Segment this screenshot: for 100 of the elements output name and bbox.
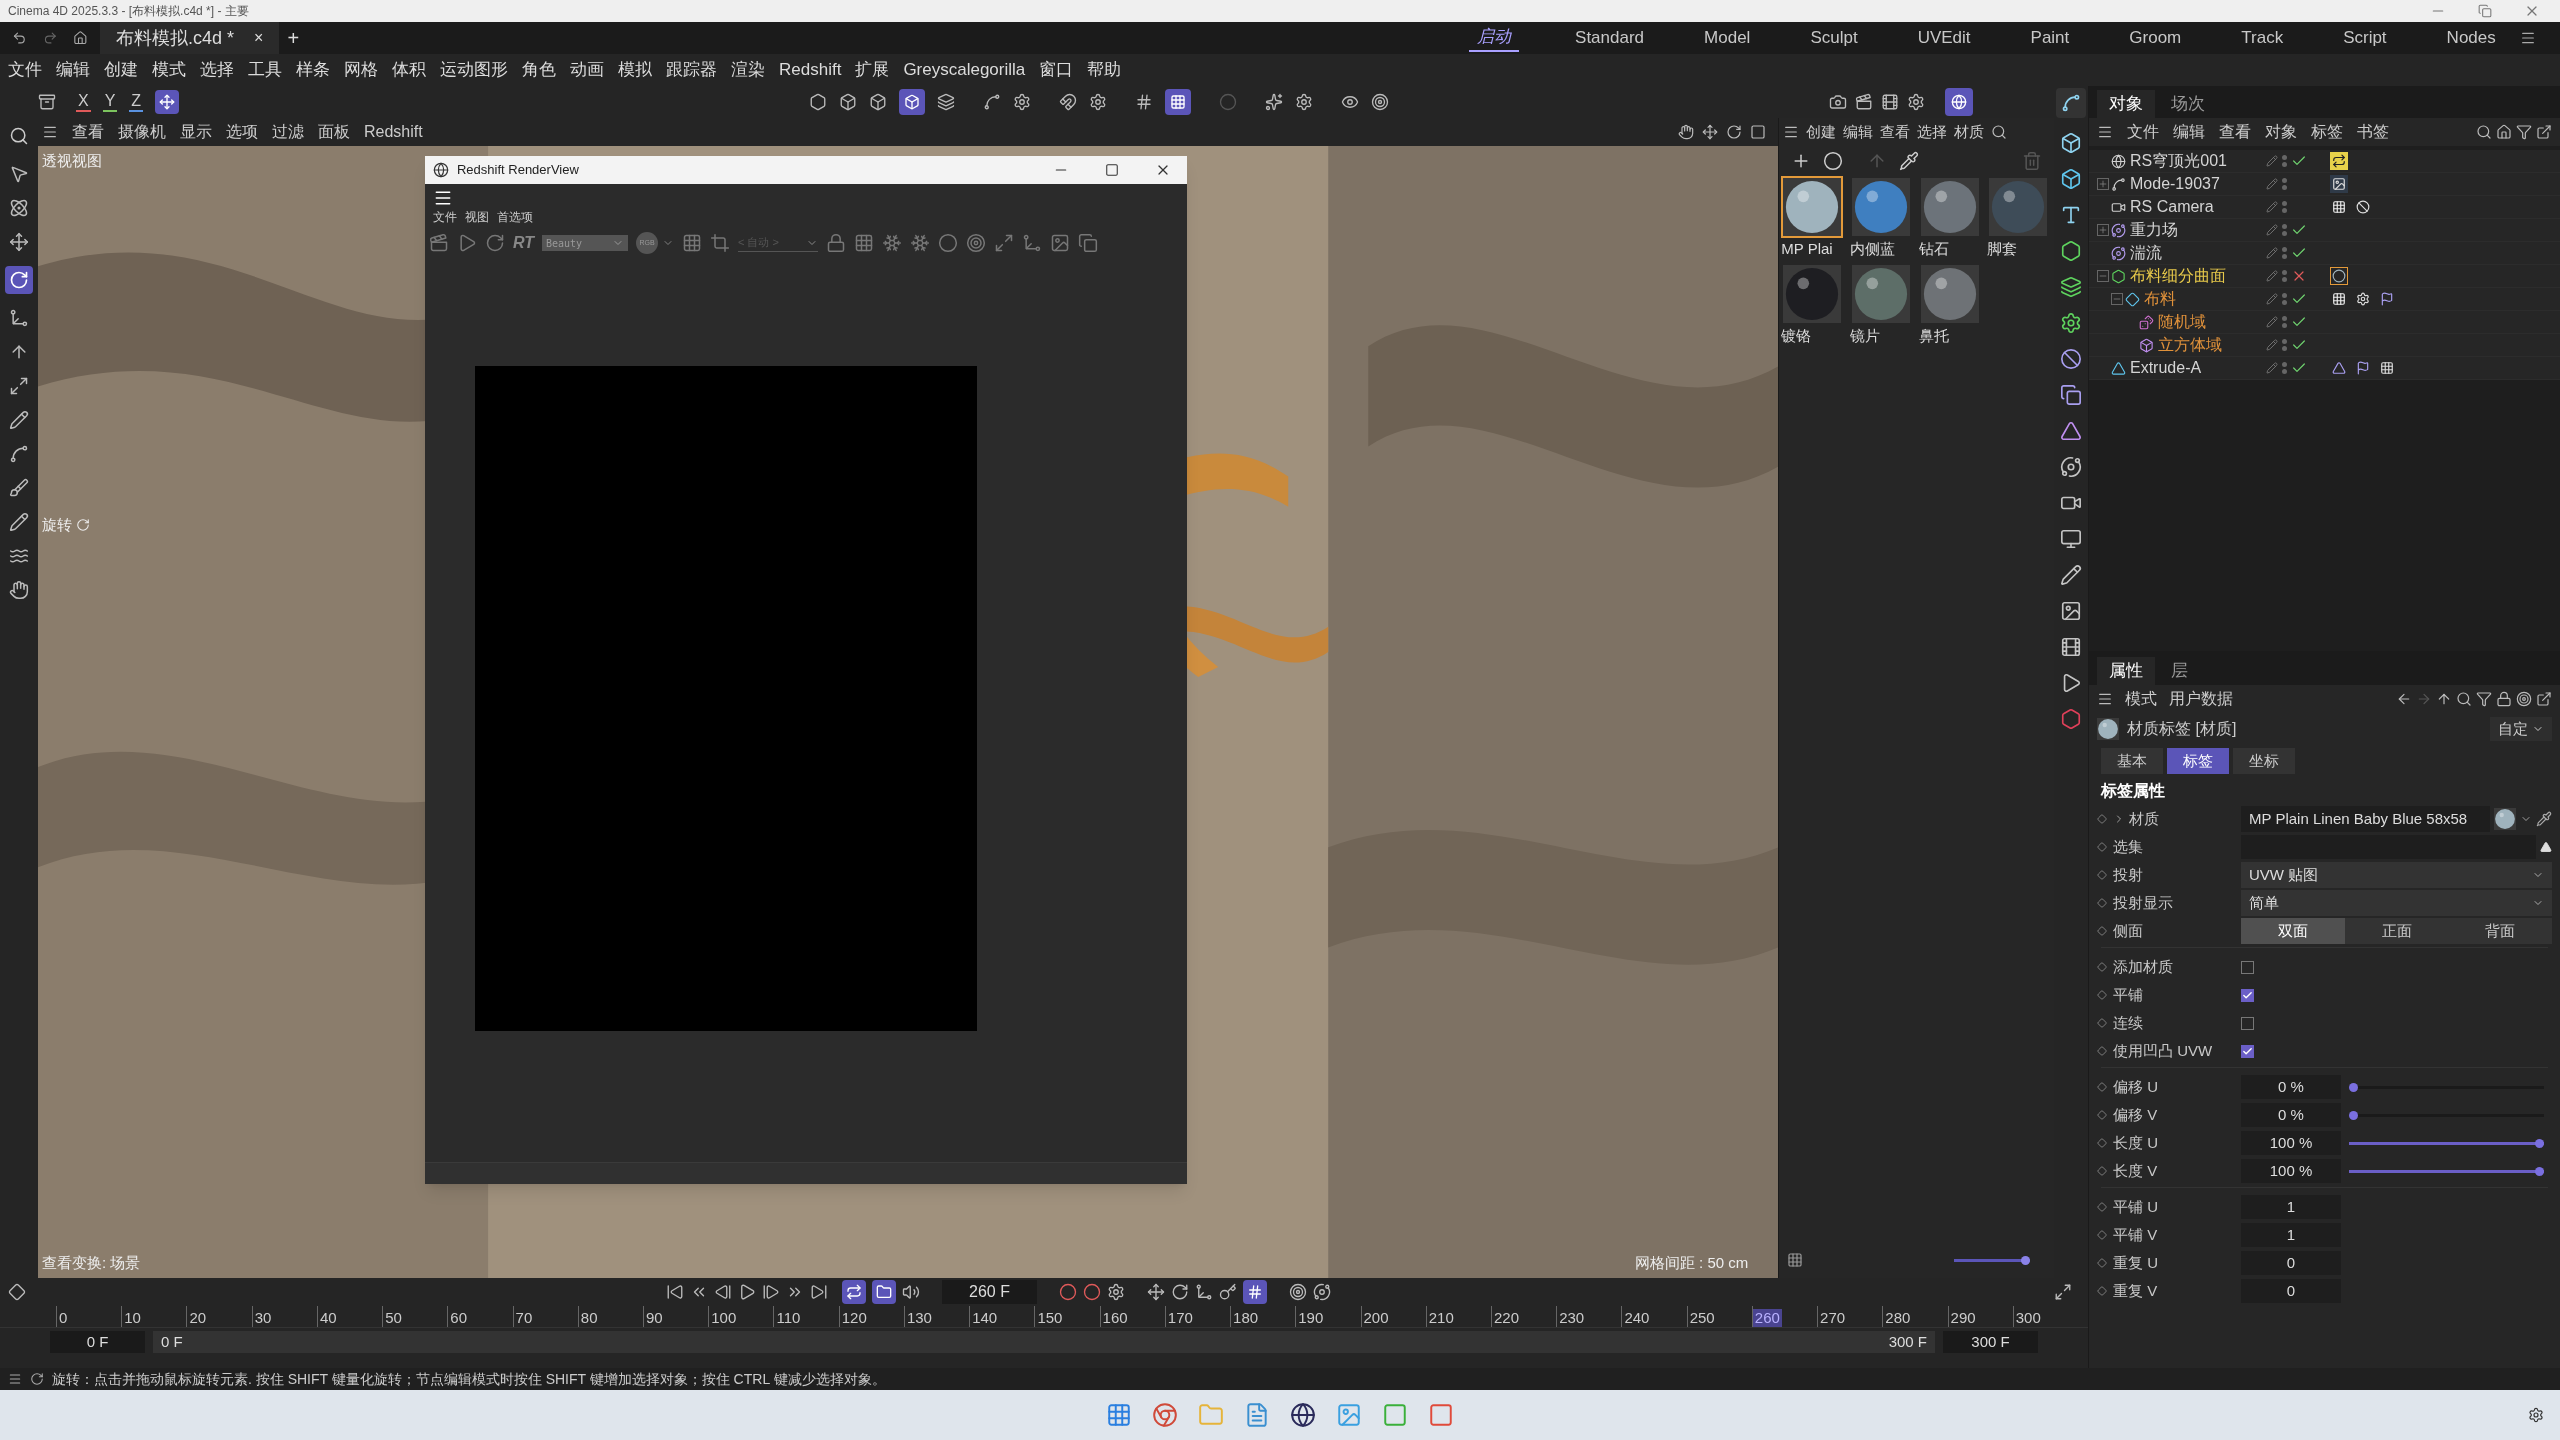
menu-item[interactable]: 编辑 — [56, 57, 90, 83]
menu-item[interactable]: 动画 — [570, 57, 604, 83]
menu-item[interactable]: 文件 — [8, 57, 42, 83]
menu-item[interactable]: 跟踪器 — [666, 57, 717, 83]
segment-option[interactable]: 背面 — [2448, 918, 2552, 944]
menu-item[interactable]: 视图 — [464, 208, 489, 226]
grid-info: 网格间距 : 50 cm — [1634, 1252, 1749, 1273]
dropdown[interactable]: UVW 贴图 — [2241, 862, 2552, 888]
layout-tab[interactable]: Standard — [1571, 25, 1649, 51]
layout-tab[interactable]: Paint — [2026, 25, 2074, 51]
value-field[interactable]: 0 % — [2241, 1075, 2341, 1099]
number-field[interactable]: 1 — [2241, 1223, 2341, 1247]
panel-tab[interactable]: 属性 — [2097, 657, 2155, 685]
close-tab-button[interactable]: × — [254, 26, 264, 50]
layout-tab[interactable]: 启动 — [1469, 24, 1520, 52]
object-name[interactable]: 立方体域 — [2158, 333, 2222, 357]
object-name[interactable]: 布料 — [2144, 287, 2176, 311]
segment-option[interactable]: 双面 — [2241, 918, 2345, 944]
frame-tick-label: 160 — [1101, 1309, 1128, 1327]
object-name[interactable]: Extrude-A — [2130, 356, 2202, 380]
attribute-tab[interactable]: 标签 — [2167, 748, 2229, 774]
layout-tab[interactable]: UVEdit — [1913, 25, 1975, 51]
object-name[interactable]: 重力场 — [2130, 218, 2178, 242]
layout-tab[interactable]: Track — [2237, 25, 2288, 51]
dropdown[interactable]: 简单 — [2241, 890, 2552, 916]
menu-item[interactable]: 编辑 — [2173, 120, 2205, 144]
rt-button[interactable]: RT — [512, 231, 534, 255]
preset-dropdown[interactable]: 自定 — [2490, 717, 2552, 741]
menu-item[interactable]: 选择 — [1917, 120, 1948, 144]
menu-item[interactable]: 角色 — [522, 57, 556, 83]
menu-item[interactable]: 过滤 — [271, 120, 304, 144]
menu-item[interactable]: 材质 — [1954, 120, 1985, 144]
menu-item[interactable]: 模拟 — [618, 57, 652, 83]
menu-item[interactable]: 选项 — [225, 120, 258, 144]
object-name[interactable]: 随机域 — [2158, 310, 2206, 334]
value-field[interactable]: 100 % — [2241, 1159, 2341, 1183]
frame-tick-label: 10 — [123, 1309, 141, 1327]
menu-item[interactable]: 帮助 — [1087, 57, 1122, 83]
end-frame-field[interactable]: 300 F — [1943, 1331, 2038, 1353]
layout-tab[interactable]: Nodes — [2442, 25, 2500, 51]
menu-item[interactable]: 模式 — [152, 57, 186, 83]
axis-toggle[interactable]: X — [76, 92, 91, 112]
frame-tick-label: 240 — [1623, 1309, 1650, 1327]
object-name[interactable]: RS Camera — [2130, 195, 2214, 219]
menu-item[interactable]: 查看 — [2219, 120, 2251, 144]
axis-toggle[interactable]: Z — [129, 92, 144, 112]
menu-item[interactable]: 标签 — [2311, 120, 2343, 144]
document-tab[interactable]: 布料模拟.c4d * × — [100, 22, 280, 54]
menu-item[interactable]: 样条 — [296, 57, 330, 83]
menu-item[interactable]: 模式 — [2125, 687, 2157, 711]
menu-item[interactable]: 查看 — [1880, 120, 1911, 144]
object-name[interactable]: 湍流 — [2130, 241, 2162, 265]
menu-item[interactable]: 创建 — [104, 57, 138, 83]
menu-item[interactable]: 面板 — [317, 120, 350, 144]
object-name[interactable]: Mode-19037 — [2130, 172, 2220, 196]
menu-item[interactable]: 查看 — [71, 120, 104, 144]
menu-item[interactable]: 显示 — [179, 120, 212, 144]
layout-tab[interactable]: Groom — [2125, 25, 2186, 51]
value-field[interactable]: 100 % — [2241, 1131, 2341, 1155]
menu-item[interactable]: Redshift — [363, 120, 423, 144]
frame-range-bar[interactable]: 0 F 300 F — [153, 1331, 1935, 1353]
start-frame-field[interactable]: 0 F — [50, 1331, 145, 1353]
attribute-tab[interactable]: 坐标 — [2233, 748, 2295, 774]
number-field[interactable]: 0 — [2241, 1251, 2341, 1275]
menu-item[interactable]: 选择 — [200, 57, 234, 83]
menu-item[interactable]: 运动图形 — [440, 57, 508, 83]
value-field[interactable]: 0 % — [2241, 1103, 2341, 1127]
layout-tab[interactable]: Sculpt — [1806, 25, 1862, 51]
layout-tab[interactable]: Script — [2339, 25, 2391, 51]
menu-item[interactable]: Redshift — [779, 57, 842, 83]
menu-item[interactable]: 摄像机 — [117, 120, 166, 144]
menu-item[interactable]: 网格 — [344, 57, 378, 83]
axis-toggle[interactable]: Y — [102, 92, 118, 112]
material-link-field[interactable]: MP Plain Linen Baby Blue 58x58 — [2241, 806, 2490, 832]
menu-item[interactable]: 首选项 — [496, 208, 533, 226]
panel-tab[interactable]: 对象 — [2097, 90, 2155, 118]
frame-tick-label: 180 — [1232, 1309, 1259, 1327]
menu-item[interactable]: 窗口 — [1039, 57, 1074, 83]
menu-item[interactable]: 对象 — [2265, 120, 2297, 144]
menu-item[interactable]: 扩展 — [855, 57, 890, 83]
number-field[interactable]: 0 — [2241, 1279, 2341, 1303]
menu-item[interactable]: 用户数据 — [2169, 687, 2233, 711]
panel-tab[interactable]: 层 — [2159, 657, 2200, 685]
menu-item[interactable]: 书签 — [2357, 120, 2389, 144]
menu-item[interactable]: 渲染 — [731, 57, 765, 83]
attribute-tab[interactable]: 基本 — [2101, 748, 2163, 774]
menu-item[interactable]: 创建 — [1806, 120, 1837, 144]
menu-item[interactable]: 文件 — [432, 208, 457, 226]
panel-tab[interactable]: 场次 — [2159, 90, 2217, 118]
frame-tick-label: 260 — [1752, 1309, 1782, 1327]
new-tab-button[interactable]: + — [287, 23, 300, 53]
segment-option[interactable]: 正面 — [2344, 918, 2449, 944]
menu-item[interactable]: 文件 — [2127, 120, 2159, 144]
menu-item[interactable]: 体积 — [392, 57, 426, 83]
layout-tab[interactable]: Model — [1700, 25, 1755, 51]
menu-item[interactable]: Greyscalegorilla — [903, 57, 1026, 83]
current-frame-field[interactable]: 260 F — [942, 1280, 1037, 1304]
menu-item[interactable]: 工具 — [248, 57, 282, 83]
number-field[interactable]: 1 — [2241, 1195, 2341, 1219]
menu-item[interactable]: 编辑 — [1843, 120, 1874, 144]
